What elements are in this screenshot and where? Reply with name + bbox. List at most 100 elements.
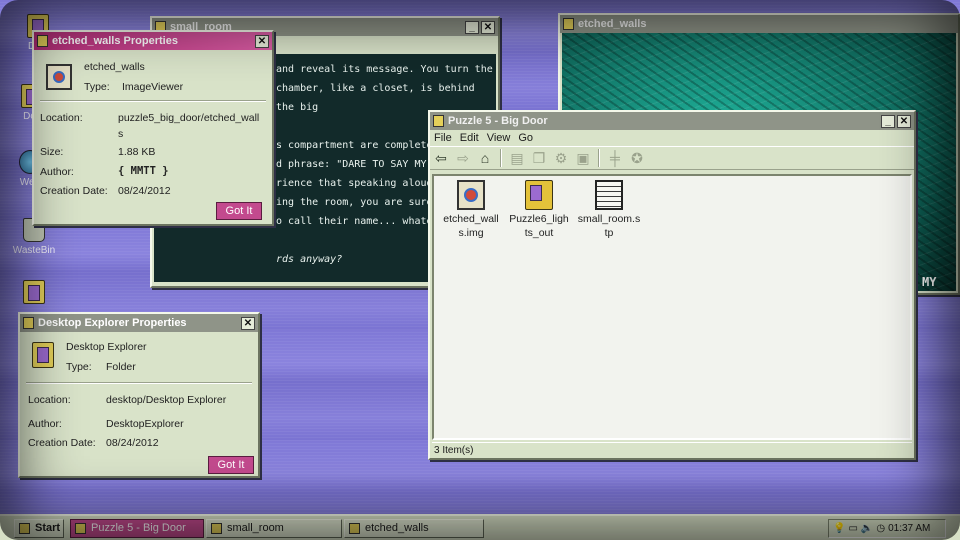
author-label: Author: xyxy=(28,418,62,430)
task-label: small_room xyxy=(227,522,284,534)
file-name-line: tp xyxy=(604,227,614,239)
cut-icon[interactable]: ▤ xyxy=(508,149,526,167)
clock: 01:37 AM xyxy=(888,523,931,534)
menu-view[interactable]: View xyxy=(487,132,511,144)
system-tray: 💡 ▭ 🔈 ◷ 01:37 AM xyxy=(828,519,946,538)
close-button[interactable]: ✕ xyxy=(241,316,255,330)
window-title: Puzzle 5 - Big Door xyxy=(448,115,548,127)
taskbar: Start Puzzle 5 - Big Door small_room etc… xyxy=(0,514,960,540)
document-icon xyxy=(211,523,222,534)
close-button[interactable]: ✕ xyxy=(481,20,495,34)
refresh-icon[interactable]: ✪ xyxy=(628,149,646,167)
file-item[interactable]: etched_wall s.img xyxy=(438,180,504,240)
menu-edit[interactable]: Edit xyxy=(460,132,479,144)
type-value: Folder xyxy=(106,361,136,373)
status-bar: 3 Item(s) xyxy=(432,442,912,458)
creation-date-label: Creation Date: xyxy=(28,437,96,449)
folder-icon xyxy=(75,523,86,534)
locked-folder-icon xyxy=(525,180,553,210)
volume-icon[interactable]: 🔈 xyxy=(861,520,873,537)
etched-walls-properties-dialog[interactable]: etched_walls Properties ✕ etched_walls T… xyxy=(32,30,274,226)
start-label: Start xyxy=(35,522,61,534)
folder-icon xyxy=(32,342,54,368)
file-name-line: small_room.s xyxy=(577,213,641,225)
etched-text-fragment: MY xyxy=(922,275,937,289)
titlebar[interactable]: Desktop Explorer Properties ✕ xyxy=(20,314,258,332)
explorer-window[interactable]: Puzzle 5 - Big Door _ ✕ File Edit View G… xyxy=(428,110,916,460)
close-button[interactable]: ✕ xyxy=(255,34,269,48)
image-icon xyxy=(563,18,574,30)
author-value: { MMTT } xyxy=(118,165,169,177)
size-value: 1.88 KB xyxy=(118,146,156,158)
copy-icon[interactable]: ❐ xyxy=(530,149,548,167)
location-value: puzzle5_big_door/etched_wall xyxy=(118,112,260,124)
start-button[interactable]: Start xyxy=(14,519,64,538)
creation-date-value: 08/24/2012 xyxy=(118,185,171,197)
file-item[interactable]: small_room.s tp xyxy=(576,180,642,240)
divider xyxy=(40,100,266,102)
properties-icon xyxy=(37,35,48,47)
file-item[interactable]: Puzzle6_ligh ts_out xyxy=(506,180,572,240)
text-document-icon xyxy=(595,180,623,210)
up-folder-icon[interactable]: ⌂ xyxy=(476,149,494,167)
close-button[interactable]: ✕ xyxy=(897,114,911,128)
creation-date-value: 08/24/2012 xyxy=(106,437,159,449)
folder-icon xyxy=(433,115,444,127)
clock-icon: ◷ xyxy=(876,523,886,534)
type-label: Type: xyxy=(66,361,92,373)
author-value: DesktopExplorer xyxy=(106,418,184,430)
task-button-puzzle5[interactable]: Puzzle 5 - Big Door xyxy=(70,519,204,538)
task-label: etched_walls xyxy=(365,522,429,534)
image-file-icon xyxy=(457,180,485,210)
titlebar[interactable]: etched_walls xyxy=(560,15,958,33)
paste-icon[interactable]: ▣ xyxy=(574,149,592,167)
location-label: Location: xyxy=(40,112,83,124)
folder-icon xyxy=(23,280,45,304)
window-title: etched_walls Properties xyxy=(52,35,178,47)
folder-name: Desktop Explorer xyxy=(66,341,147,353)
window-title: Desktop Explorer Properties xyxy=(38,317,187,329)
file-name: etched_walls xyxy=(84,61,145,73)
type-value: ImageViewer xyxy=(122,81,184,93)
file-name-line: ts_out xyxy=(524,227,554,239)
titlebar[interactable]: Puzzle 5 - Big Door _ ✕ xyxy=(430,112,914,130)
file-name-line: Puzzle6_ligh xyxy=(509,213,569,225)
toolbar: ⇦ ⇨ ⌂ ▤ ❐ ⚙ ▣ ╪ ✪ xyxy=(430,146,914,170)
type-label: Type: xyxy=(84,81,110,93)
titlebar[interactable]: etched_walls Properties ✕ xyxy=(34,32,272,50)
image-file-icon xyxy=(46,64,72,90)
menu-file[interactable]: File xyxy=(434,132,452,144)
image-icon xyxy=(349,523,360,534)
divider xyxy=(26,382,252,384)
menu-bar: File Edit View Go xyxy=(430,130,914,146)
bulb-icon[interactable]: 💡 xyxy=(833,520,845,537)
location-label: Location: xyxy=(28,394,71,406)
back-arrow-icon[interactable]: ⇦ xyxy=(432,149,450,167)
settings-icon[interactable]: ⚙ xyxy=(552,149,570,167)
location-value: desktop/Desktop Explorer xyxy=(106,394,227,406)
author-label: Author: xyxy=(40,166,74,178)
properties-icon xyxy=(23,317,34,329)
network-icon[interactable]: ▭ xyxy=(848,520,857,537)
properties-icon[interactable]: ╪ xyxy=(606,149,624,167)
task-button-etched-walls[interactable]: etched_walls xyxy=(344,519,484,538)
got-it-button[interactable]: Got It xyxy=(208,456,254,474)
toolbar-separator xyxy=(500,149,502,167)
story-line: and reveal its message. You turn the xyxy=(276,64,493,75)
task-button-small-room[interactable]: small_room xyxy=(206,519,342,538)
minimize-button[interactable]: _ xyxy=(465,20,479,34)
menu-go[interactable]: Go xyxy=(518,132,533,144)
file-name-line: s.img xyxy=(458,227,484,239)
forward-arrow-icon[interactable]: ⇨ xyxy=(454,149,472,167)
minimize-button[interactable]: _ xyxy=(881,114,895,128)
location-value-wrap: s xyxy=(118,128,124,140)
desktop-explorer-properties-dialog[interactable]: Desktop Explorer Properties ✕ Desktop Ex… xyxy=(18,312,260,478)
creation-date-label: Creation Date: xyxy=(40,185,108,197)
desktop-icon-label: WasteBin xyxy=(12,245,56,256)
file-name-line: etched_wall xyxy=(443,213,499,225)
desktop-icon-explorer[interactable] xyxy=(4,280,64,307)
start-logo-icon xyxy=(19,523,30,534)
file-list-pane[interactable]: etched_wall s.img Puzzle6_ligh ts_out sm… xyxy=(432,174,912,440)
got-it-button[interactable]: Got It xyxy=(216,202,262,220)
toolbar-separator xyxy=(598,149,600,167)
